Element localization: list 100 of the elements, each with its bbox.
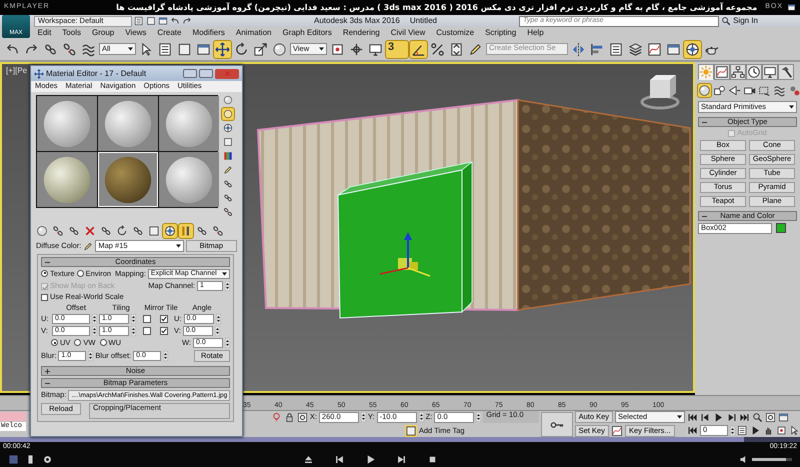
sphere-outline-icon[interactable] bbox=[222, 108, 234, 120]
window-icon[interactable] bbox=[778, 412, 789, 423]
spinner-arrows-icon[interactable] bbox=[225, 281, 230, 291]
chain-link-icon[interactable] bbox=[222, 178, 234, 190]
skip-to-start-icon[interactable] bbox=[687, 412, 698, 423]
shapes-icon[interactable] bbox=[713, 84, 726, 97]
menu-item[interactable]: Customize bbox=[430, 28, 480, 38]
bars-icon[interactable] bbox=[179, 224, 193, 238]
chain-link-icon[interactable] bbox=[99, 224, 113, 238]
skip-to-start-icon[interactable] bbox=[687, 425, 698, 436]
square-icon[interactable] bbox=[147, 224, 161, 238]
skip-to-end-icon[interactable] bbox=[739, 412, 750, 423]
list-icon[interactable] bbox=[737, 425, 748, 436]
menu-item[interactable]: Help bbox=[522, 28, 550, 38]
checker-sphere-icon[interactable] bbox=[684, 40, 701, 58]
menu-item[interactable]: Views bbox=[120, 28, 152, 38]
next-frame-icon[interactable] bbox=[726, 412, 737, 423]
play-icon[interactable] bbox=[365, 454, 376, 464]
checker-sphere-icon[interactable] bbox=[163, 224, 177, 238]
spinner-arrows-icon[interactable] bbox=[92, 326, 97, 336]
magnifier-icon[interactable] bbox=[721, 16, 732, 26]
circular-arrow-icon[interactable] bbox=[115, 224, 129, 238]
curve-graph-icon[interactable] bbox=[610, 425, 623, 437]
color-swatch[interactable] bbox=[776, 223, 786, 234]
close-button[interactable] bbox=[215, 68, 239, 78]
square-icon[interactable] bbox=[146, 16, 156, 26]
sphere-icon[interactable] bbox=[222, 94, 234, 106]
radio-button[interactable] bbox=[41, 270, 48, 277]
chain-link-icon[interactable] bbox=[67, 224, 81, 238]
checkbox[interactable] bbox=[160, 315, 168, 324]
minus-icon[interactable] bbox=[702, 214, 707, 219]
light-icon[interactable] bbox=[728, 84, 741, 97]
spinner-arrows-icon[interactable] bbox=[131, 314, 136, 324]
snap-toggle[interactable]: 3 bbox=[386, 40, 408, 58]
magnifier-icon[interactable] bbox=[752, 412, 763, 423]
menu-item[interactable]: Tools bbox=[56, 28, 86, 38]
curve-graph-icon[interactable] bbox=[646, 40, 663, 58]
checkbox[interactable] bbox=[160, 327, 168, 336]
spinner-arrows-icon[interactable] bbox=[418, 412, 424, 422]
angle-icon[interactable] bbox=[410, 40, 427, 58]
curve-graph-icon[interactable] bbox=[714, 64, 730, 80]
radio-button[interactable] bbox=[100, 339, 107, 346]
minimize-button[interactable] bbox=[183, 69, 197, 78]
spinner-arrows-icon[interactable] bbox=[360, 412, 366, 422]
delete-icon[interactable] bbox=[83, 224, 97, 238]
menu-item[interactable]: Modifiers bbox=[186, 28, 230, 38]
menu-item[interactable]: Group bbox=[86, 28, 120, 38]
color-bars-icon[interactable] bbox=[222, 150, 234, 162]
eject-icon[interactable] bbox=[303, 454, 314, 464]
spinner-arrows-icon[interactable] bbox=[225, 338, 230, 348]
window-icon[interactable] bbox=[787, 3, 796, 12]
list-icon[interactable] bbox=[134, 16, 144, 26]
maxscript-input[interactable] bbox=[0, 412, 26, 421]
chain-link-icon[interactable] bbox=[222, 192, 234, 204]
spinner-arrows-icon[interactable] bbox=[476, 412, 482, 422]
sphere-icon[interactable] bbox=[698, 84, 711, 97]
spinner-arrows-icon[interactable] bbox=[92, 314, 97, 324]
spinner-arrows-icon[interactable] bbox=[216, 314, 220, 324]
previous-icon[interactable] bbox=[334, 454, 345, 464]
next-icon[interactable] bbox=[396, 454, 407, 464]
undo-arrow-icon[interactable] bbox=[170, 16, 180, 26]
set-keys-button[interactable] bbox=[541, 412, 573, 437]
target-square-icon[interactable] bbox=[296, 412, 308, 422]
spinner-arrows-icon[interactable] bbox=[214, 326, 220, 336]
box-object[interactable] bbox=[338, 161, 472, 319]
target-square-icon[interactable] bbox=[765, 412, 776, 423]
broken-chain-icon[interactable] bbox=[222, 206, 234, 218]
menu-item[interactable]: Rendering bbox=[337, 28, 386, 38]
minus-icon[interactable] bbox=[45, 260, 50, 265]
spinner-arrows-icon[interactable] bbox=[730, 426, 735, 436]
menu-item[interactable]: Animation bbox=[230, 28, 277, 38]
pivot-icon[interactable] bbox=[776, 425, 787, 436]
monitor-icon[interactable] bbox=[762, 64, 778, 80]
sign-in-link[interactable]: Sign In bbox=[733, 16, 758, 26]
percent-icon[interactable] bbox=[429, 40, 446, 58]
window-icon[interactable] bbox=[158, 16, 168, 26]
clock-icon[interactable] bbox=[746, 64, 762, 80]
menu-item[interactable]: Civil View bbox=[385, 28, 431, 38]
scale-square-icon[interactable] bbox=[252, 40, 269, 58]
radio-button[interactable] bbox=[76, 270, 84, 277]
hierarchy-icon[interactable] bbox=[730, 64, 746, 80]
checker-sphere-icon[interactable] bbox=[222, 122, 234, 134]
menu-item[interactable]: Create bbox=[152, 28, 187, 38]
sphere-icon[interactable] bbox=[35, 224, 49, 238]
mirror-icon[interactable] bbox=[570, 40, 587, 58]
redo-arrow-icon[interactable] bbox=[182, 16, 192, 26]
checkbox[interactable] bbox=[143, 315, 151, 324]
view-cube-icon[interactable] bbox=[640, 75, 680, 110]
broken-chain-icon[interactable] bbox=[61, 40, 78, 58]
layers-icon[interactable] bbox=[627, 40, 644, 58]
helper-icon[interactable] bbox=[758, 84, 771, 97]
circular-arrow-icon[interactable] bbox=[233, 40, 250, 58]
broken-chain-icon[interactable] bbox=[51, 224, 65, 238]
settings-icon[interactable] bbox=[42, 454, 53, 464]
menu-item[interactable]: Graph Editors bbox=[276, 28, 338, 38]
move-arrows-icon[interactable] bbox=[214, 40, 231, 58]
radio-button[interactable] bbox=[74, 339, 82, 346]
square-icon[interactable] bbox=[222, 136, 234, 148]
spinner-arrows-icon[interactable] bbox=[131, 326, 136, 336]
square-icon[interactable] bbox=[404, 425, 417, 437]
